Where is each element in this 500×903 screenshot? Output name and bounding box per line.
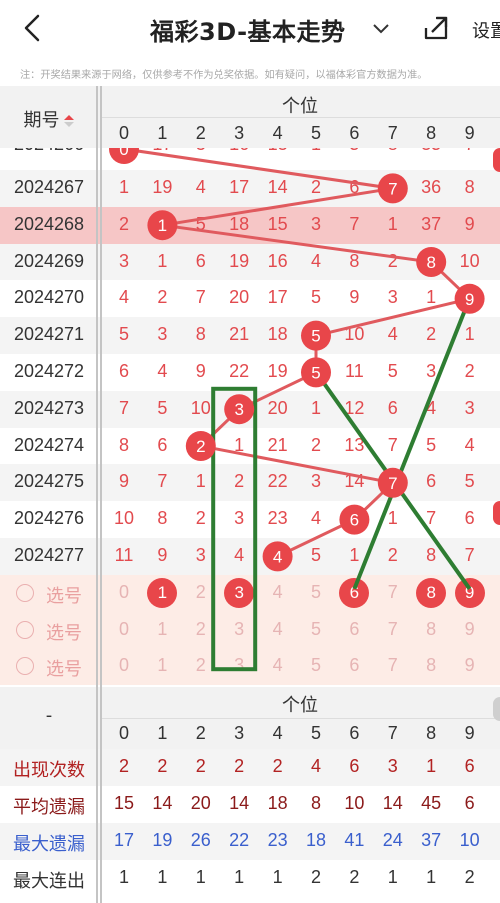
page-title[interactable]: 福彩3D-基本走势 <box>150 12 346 47</box>
digit-header: 2 <box>195 123 206 143</box>
digit-header: 8 <box>426 123 437 143</box>
trend-ball: 3 <box>224 394 255 425</box>
trend-ball: 5 <box>301 357 331 388</box>
trend-line <box>123 147 473 558</box>
trend-ball-digit: 3 <box>234 400 243 419</box>
digit-header: 0 <box>118 123 129 143</box>
trend-ball-digit: 7 <box>388 474 397 493</box>
trend-ball: 4 <box>262 541 293 572</box>
share-button[interactable] <box>422 14 450 42</box>
back-button[interactable] <box>18 12 46 44</box>
trend-table: 2024266173161315835720242671194171426368… <box>0 86 500 903</box>
trend-ball-digit: 5 <box>311 327 320 346</box>
disclaimer-text: 注：开奖结果来源于网络，仅供参考不作为兑奖依据。如有疑问，以福体彩官方数据为准。 <box>20 70 428 81</box>
trend-ball-digit: 7 <box>388 179 397 198</box>
trend-ball-digit: 8 <box>426 253 435 272</box>
digit-header: 5 <box>310 123 321 143</box>
position-header: 个位 <box>282 96 318 117</box>
digit-header: 9 <box>464 123 475 143</box>
period-header-label: 期号 <box>23 110 60 131</box>
share-icon <box>424 16 448 40</box>
trend-ball-digit: 9 <box>465 290 474 309</box>
column-divider <box>100 86 102 903</box>
trend-ball: 6 <box>339 504 370 535</box>
trend-ball: 7 <box>377 173 408 204</box>
trend-ball: 7 <box>377 467 408 498</box>
digit-header: 4 <box>272 123 283 143</box>
digit-header: 1 <box>157 123 168 143</box>
trend-overlay: 071895532764 <box>109 134 485 672</box>
annotation-box <box>211 386 258 672</box>
trend-ball-digit: 5 <box>311 363 320 382</box>
annotation-line <box>352 297 472 590</box>
trend-ball-digit: 1 <box>158 216 167 235</box>
header-bar: 福彩3D-基本走势 设置 <box>0 0 500 58</box>
trend-ball: 9 <box>454 283 485 314</box>
trend-ball: 2 <box>185 431 216 461</box>
trend-ball: 8 <box>416 247 447 277</box>
settings-button[interactable]: 设置 <box>472 17 500 43</box>
digit-header: 3 <box>234 123 245 143</box>
column-divider <box>96 86 98 903</box>
trend-ball: 5 <box>301 320 331 351</box>
header-divider <box>100 117 500 118</box>
digit-header: 7 <box>387 123 398 143</box>
trend-ball-digit: 6 <box>350 511 359 530</box>
sort-icon[interactable] <box>60 110 75 131</box>
chevron-down-icon[interactable] <box>372 20 390 34</box>
period-header[interactable]: 期号 <box>0 106 98 132</box>
trend-ball-digit: 2 <box>196 437 205 456</box>
trend-ball: 1 <box>147 210 178 241</box>
chevron-left-icon <box>24 14 40 42</box>
trend-ball-digit: 4 <box>273 547 282 566</box>
digit-header: 6 <box>349 123 360 143</box>
